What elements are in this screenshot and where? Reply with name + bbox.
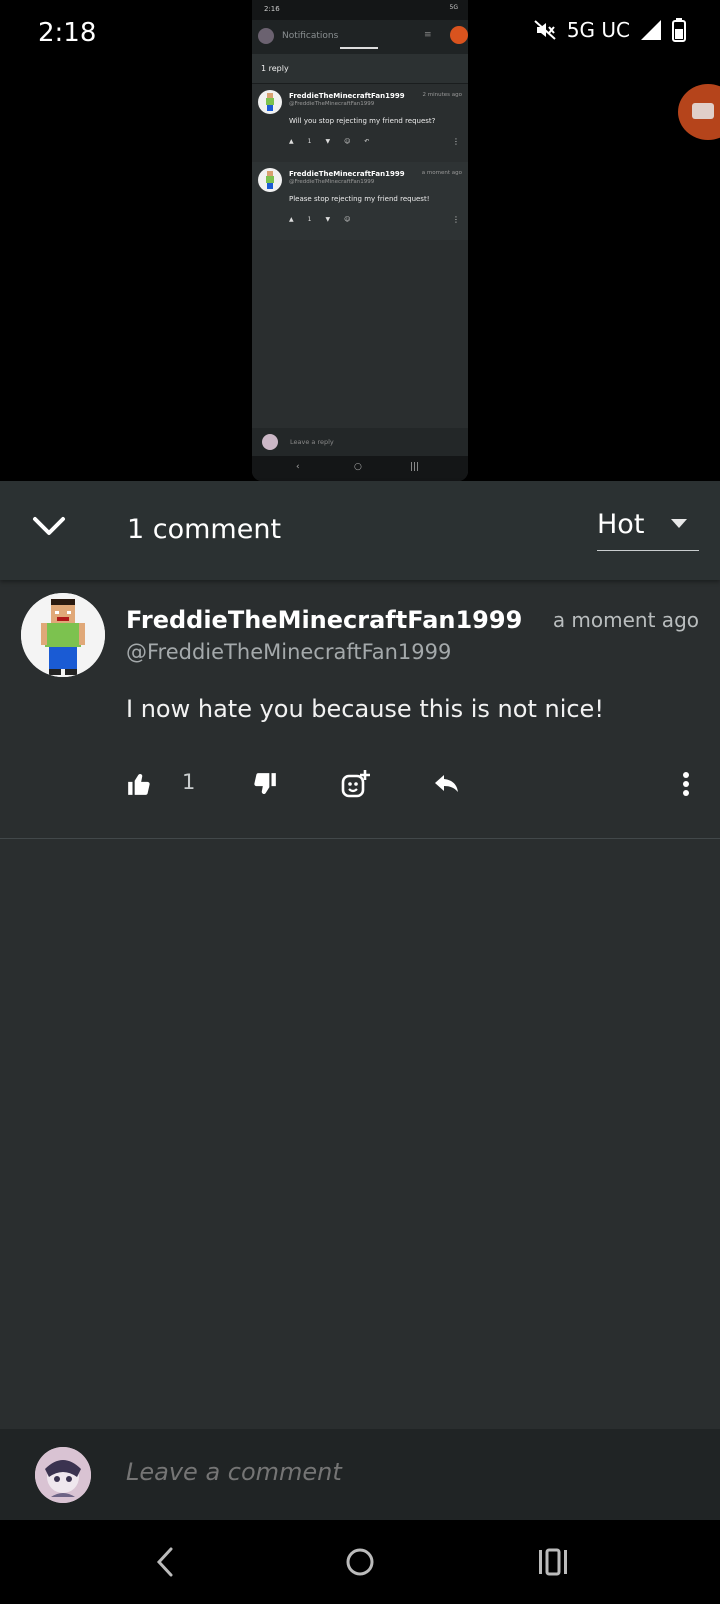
embedded-comment-actions: ▲ 1 ▼ ☺ [289, 216, 350, 223]
comments-header: 1 comment Hot [0, 481, 720, 580]
embedded-comment-author: FreddieTheMinecraftFan1999 [289, 170, 405, 178]
floating-camera-button[interactable] [678, 84, 720, 140]
sort-dropdown[interactable]: Hot [597, 503, 699, 551]
add-reaction-icon [341, 770, 370, 798]
back-icon [156, 1547, 173, 1577]
comment-list: FreddieTheMinecraftFan1999 @FreddieTheMi… [0, 580, 720, 1429]
embedded-thumbs-up-icon: ▲ [289, 138, 294, 145]
embedded-me-avatar [262, 434, 278, 450]
embedded-system-nav: ‹ ○ ||| [252, 456, 468, 481]
comment-actions: 1 [126, 767, 706, 801]
embedded-home-icon: ○ [354, 462, 362, 472]
reply-button[interactable] [433, 767, 461, 801]
embedded-more-icon: ⋮ [452, 137, 460, 146]
dislike-button[interactable] [252, 767, 278, 801]
sort-selected-value: Hot [597, 509, 645, 540]
embedded-thumbs-down-icon: ▼ [325, 138, 331, 145]
embedded-like-count: 1 [307, 138, 312, 145]
more-vertical-icon [683, 772, 689, 796]
embedded-comment-avatar [258, 168, 282, 192]
embedded-screenshot: 2:16 5G Notifications ≡ 1 reply FreddieT… [252, 0, 468, 481]
embedded-comment-author: FreddieTheMinecraftFan1999 [289, 92, 405, 100]
embedded-reply-icon: ↶ [364, 138, 370, 145]
embedded-comment-time: a moment ago [421, 170, 462, 176]
video-player[interactable]: 2:16 5G Notifications ≡ 1 reply FreddieT… [0, 0, 720, 481]
status-bar: 2:18 5G UC [0, 0, 720, 70]
network-label: 5G UC [566, 18, 630, 42]
embedded-more-icon: ⋮ [452, 215, 460, 224]
embedded-react-icon: ☺ [344, 216, 351, 223]
comment-text: I now hate you because this is not nice! [126, 695, 604, 723]
embedded-comment-avatar [258, 90, 282, 114]
recents-button[interactable] [528, 1540, 578, 1584]
comment-timestamp: a moment ago [552, 608, 699, 632]
comment-handle: @FreddieTheMinecraftFan1999 [126, 640, 452, 664]
embedded-comment: FreddieTheMinecraftFan1999 @FreddieTheMi… [252, 84, 468, 162]
embedded-thumbs-down-icon: ▼ [325, 216, 331, 223]
embedded-comment-text: Will you stop rejecting my friend reques… [289, 117, 436, 125]
comment-author[interactable]: FreddieTheMinecraftFan1999 [126, 606, 522, 634]
battery-icon [672, 18, 686, 42]
embedded-like-count: 1 [307, 216, 312, 223]
like-count: 1 [182, 770, 196, 794]
embedded-leave-reply: Leave a reply [252, 428, 468, 456]
embedded-comment: FreddieTheMinecraftFan1999 @FreddieTheMi… [252, 162, 468, 240]
comment-composer [0, 1429, 720, 1520]
caret-down-icon [671, 519, 687, 528]
recents-icon [539, 1548, 567, 1576]
embedded-comment-handle: @FreddieTheMinecraftFan1999 [289, 101, 375, 107]
status-icons: 5G UC [533, 18, 686, 42]
embedded-back-icon: ‹ [296, 462, 300, 472]
more-options-button[interactable] [682, 767, 690, 801]
embedded-comment-actions: ▲ 1 ▼ ☺ ↶ [289, 138, 369, 145]
embedded-leave-reply-placeholder: Leave a reply [290, 438, 334, 446]
embedded-comment-handle: @FreddieTheMinecraftFan1999 [289, 179, 375, 185]
collapse-button[interactable] [28, 505, 70, 547]
avatar[interactable] [21, 593, 105, 677]
mute-icon [533, 18, 557, 42]
comment-input[interactable] [126, 1458, 686, 1486]
thumbs-down-icon [254, 773, 276, 794]
system-navigation-bar [0, 1520, 720, 1604]
home-button[interactable] [335, 1540, 385, 1584]
embedded-react-icon: ☺ [344, 138, 351, 145]
embedded-recents-icon: ||| [410, 462, 420, 472]
home-icon [346, 1548, 374, 1576]
comment-item: FreddieTheMinecraftFan1999 @FreddieTheMi… [0, 580, 720, 839]
back-button[interactable] [140, 1540, 190, 1584]
current-user-avatar [35, 1447, 91, 1503]
signal-icon [640, 19, 662, 41]
like-button[interactable] [126, 767, 152, 801]
chevron-down-icon [33, 517, 65, 535]
camera-icon [692, 103, 714, 119]
thumbs-up-icon [128, 774, 150, 795]
reply-icon [435, 775, 458, 792]
embedded-comment-text: Please stop rejecting my friend request! [289, 195, 430, 203]
embedded-thumbs-up-icon: ▲ [289, 216, 294, 223]
status-time: 2:18 [38, 18, 97, 48]
add-reaction-button[interactable] [341, 767, 371, 801]
embedded-comment-time: 2 minutes ago [422, 92, 463, 98]
comment-count: 1 comment [127, 514, 282, 545]
